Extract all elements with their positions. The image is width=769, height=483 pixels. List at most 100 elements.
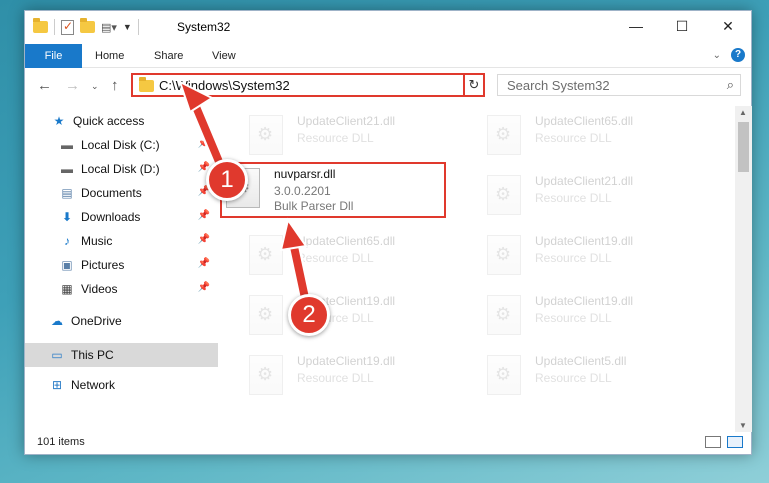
tab-share[interactable]: Share xyxy=(154,44,183,68)
dll-file-icon xyxy=(249,355,283,395)
tab-view[interactable]: View xyxy=(212,44,236,68)
folder-icon xyxy=(139,77,154,92)
scroll-down-icon[interactable]: ▼ xyxy=(739,421,747,430)
highlighted-file-item[interactable]: nuvparsr.dll 3.0.0.2201 Bulk Parser Dll xyxy=(220,162,446,218)
music-icon: ♪ xyxy=(64,234,70,248)
new-folder-icon[interactable] xyxy=(80,18,95,33)
chevron-down-icon[interactable]: ▼ xyxy=(123,22,132,32)
search-input[interactable]: Search System32 ⌕ xyxy=(497,74,741,96)
view-toggle xyxy=(705,436,743,448)
download-icon: ⬇ xyxy=(61,210,73,224)
vertical-scrollbar[interactable]: ▲ ▼ xyxy=(735,106,752,432)
file-item[interactable]: UpdateClient19.dll Resource DLL xyxy=(245,351,475,401)
pin-icon[interactable]: 📌 xyxy=(198,138,210,149)
navigation-pane: ★ Quick access ▬ Local Disk (C:) 📌 ▬ Loc… xyxy=(25,109,218,429)
sidebar-item-videos[interactable]: ▦ Videos 📌 xyxy=(25,277,218,301)
refresh-icon: ↻ xyxy=(468,77,480,92)
forward-arrow-icon[interactable]: → xyxy=(65,77,80,94)
sidebar-item-label: Music xyxy=(81,234,113,248)
properties-icon[interactable] xyxy=(61,19,74,35)
pin-icon[interactable]: 📌 xyxy=(198,282,210,293)
sidebar-item-documents[interactable]: ▤ Documents 📌 xyxy=(25,181,218,205)
file-item[interactable]: UpdateClient5.dll Resource DLL xyxy=(483,351,713,401)
sidebar-item-label: This PC xyxy=(71,348,114,362)
minimize-button[interactable]: — xyxy=(613,11,659,41)
file-type: Resource DLL xyxy=(535,371,612,385)
sidebar-item-this-pc[interactable]: ▭ This PC xyxy=(25,343,218,367)
sidebar-item-label: OneDrive xyxy=(71,314,122,328)
scroll-thumb[interactable] xyxy=(738,122,749,172)
file-version: 3.0.0.2201 xyxy=(274,184,331,198)
folder-icon[interactable] xyxy=(33,18,48,33)
file-type: Resource DLL xyxy=(297,131,374,145)
file-item[interactable]: UpdateClient19.dll Resource DLL xyxy=(245,291,475,341)
up-arrow-icon[interactable]: ↑ xyxy=(111,77,119,94)
network-icon: ⊞ xyxy=(51,378,63,392)
tab-home[interactable]: Home xyxy=(95,44,124,68)
sidebar-item-label: Pictures xyxy=(81,258,125,272)
sidebar-item-network[interactable]: ⊞ Network xyxy=(25,373,218,397)
file-type: Bulk Parser Dll xyxy=(274,199,354,213)
sidebar-item-quick-access[interactable]: ★ Quick access xyxy=(25,109,218,133)
sidebar-item-music[interactable]: ♪ Music 📌 xyxy=(25,229,218,253)
file-item[interactable]: UpdateClient21.dll Resource DLL xyxy=(245,111,475,161)
file-item: nuvparsr.dll 3.0.0.2201 Bulk Parser Dll xyxy=(222,164,452,214)
dll-file-icon xyxy=(487,295,521,335)
sidebar-item-local-disk-c[interactable]: ▬ Local Disk (C:) 📌 xyxy=(25,133,218,157)
file-type: Resource DLL xyxy=(535,191,612,205)
large-icons-view-icon[interactable] xyxy=(727,436,743,448)
file-item[interactable]: UpdateClient65.dll Resource DLL xyxy=(483,111,713,161)
expand-ribbon-icon[interactable]: ⌄ xyxy=(713,50,721,61)
file-name: UpdateClient19.dll xyxy=(535,294,634,308)
file-item[interactable]: UpdateClient21.dll Resource DLL xyxy=(483,171,713,221)
file-explorer-window: ▤▾ ▼ System32 — ☐ ✕ File Home Share View… xyxy=(24,10,752,455)
sidebar-item-label: Videos xyxy=(81,282,118,296)
file-name: UpdateClient21.dll xyxy=(297,114,396,128)
file-name: UpdateClient65.dll xyxy=(297,234,396,248)
documents-icon: ▤ xyxy=(61,186,73,200)
pin-icon[interactable]: 📌 xyxy=(198,234,210,245)
recent-locations-icon[interactable]: ⌄ xyxy=(91,81,99,92)
scroll-up-icon[interactable]: ▲ xyxy=(739,108,747,117)
window-controls: — ☐ ✕ xyxy=(613,11,751,41)
item-count: 101 items xyxy=(37,436,85,448)
sidebar-item-label: Downloads xyxy=(81,210,141,224)
details-view-icon[interactable] xyxy=(705,436,721,448)
sidebar-item-local-disk-d[interactable]: ▬ Local Disk (D:) 📌 xyxy=(25,157,218,181)
file-item[interactable]: UpdateClient19.dll Resource DLL xyxy=(483,231,713,281)
toolbar-divider xyxy=(54,19,55,35)
address-path[interactable]: C:\Windows\System32 xyxy=(159,78,290,93)
ribbon-tabs: File Home Share View ⌄ ? xyxy=(25,44,751,68)
cloud-icon: ☁ xyxy=(51,314,63,328)
search-placeholder: Search System32 xyxy=(507,78,610,93)
dll-file-icon xyxy=(487,175,521,215)
help-icon[interactable]: ? xyxy=(731,48,745,62)
quick-access-toolbar: ▤▾ ▼ xyxy=(33,18,139,35)
address-bar[interactable]: C:\Windows\System32 ⌄ xyxy=(131,73,484,97)
dll-file-icon xyxy=(487,235,521,275)
back-arrow-icon[interactable]: ← xyxy=(37,77,52,94)
sidebar-item-onedrive[interactable]: ☁ OneDrive xyxy=(25,309,218,333)
title-bar: ▤▾ ▼ System32 — ☐ ✕ xyxy=(25,11,751,44)
tab-file[interactable]: File xyxy=(25,44,82,68)
ribbon-right-controls: ⌄ ? xyxy=(713,48,745,62)
navigation-bar: ← → ⌄ ↑ C:\Windows\System32 ⌄ ↻ Search S… xyxy=(25,69,751,103)
sidebar-item-downloads[interactable]: ⬇ Downloads 📌 xyxy=(25,205,218,229)
pc-icon: ▭ xyxy=(51,348,63,362)
sidebar-item-label: Documents xyxy=(81,186,142,200)
file-type: Resource DLL xyxy=(297,251,374,265)
pin-icon[interactable]: 📌 xyxy=(198,210,210,221)
file-item[interactable]: UpdateClient65.dll Resource DLL xyxy=(245,231,475,281)
file-name: UpdateClient5.dll xyxy=(535,354,627,368)
dll-file-icon xyxy=(249,115,283,155)
sidebar-item-label: Local Disk (D:) xyxy=(81,162,160,176)
file-item[interactable]: UpdateClient19.dll Resource DLL xyxy=(483,291,713,341)
customize-toolbar-icon[interactable]: ▤▾ xyxy=(101,21,117,34)
refresh-button[interactable]: ↻ xyxy=(463,73,485,97)
maximize-button[interactable]: ☐ xyxy=(659,11,705,41)
sidebar-item-label: Network xyxy=(71,378,116,392)
sidebar-item-pictures[interactable]: ▣ Pictures 📌 xyxy=(25,253,218,277)
drive-icon: ▬ xyxy=(61,138,73,152)
close-button[interactable]: ✕ xyxy=(705,11,751,41)
pin-icon[interactable]: 📌 xyxy=(198,258,210,269)
